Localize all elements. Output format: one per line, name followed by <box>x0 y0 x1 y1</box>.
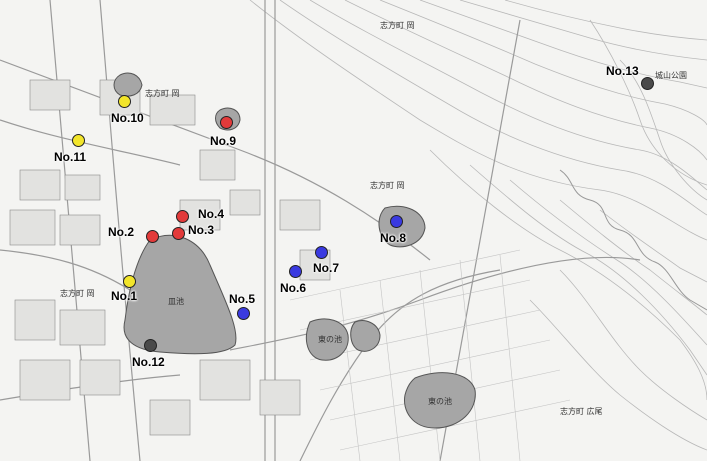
marker-label-no5: No.5 <box>229 292 256 306</box>
map-label-shikata-oka: 志方町 岡 <box>380 21 415 30</box>
marker-no10[interactable] <box>118 95 131 108</box>
marker-label-no12: No.12 <box>132 355 165 369</box>
topographic-map: 志方町 岡 志方町 岡 志方町 岡 志方町 岡 志方町 広尾 皿池 東の池 東の… <box>0 0 707 461</box>
pond-northwest <box>113 72 143 97</box>
map-label-shikata-hiroo: 志方町 広尾 <box>560 407 603 416</box>
marker-no5[interactable] <box>237 307 250 320</box>
pond-center <box>123 234 237 355</box>
marker-label-no11: No.11 <box>54 150 87 164</box>
pond-east-2 <box>350 320 381 352</box>
map-label-pond-east: 東の池 <box>318 335 342 344</box>
marker-no7[interactable] <box>315 246 328 259</box>
marker-label-no1: No.1 <box>111 289 138 303</box>
marker-label-no4: No.4 <box>198 207 225 221</box>
map-label-pond-southeast: 東の池 <box>428 397 452 406</box>
marker-label-no3: No.3 <box>188 223 215 237</box>
marker-no3[interactable] <box>172 227 185 240</box>
marker-label-no8: No.8 <box>380 231 407 245</box>
marker-label-no6: No.6 <box>280 281 307 295</box>
map-label-pond-center: 皿池 <box>168 297 184 306</box>
marker-no13[interactable] <box>641 77 654 90</box>
marker-no2[interactable] <box>146 230 159 243</box>
marker-no9[interactable] <box>220 116 233 129</box>
trail-line <box>559 169 707 311</box>
marker-no1[interactable] <box>123 275 136 288</box>
ponds <box>113 72 476 429</box>
marker-no8[interactable] <box>390 215 403 228</box>
map-label-shikata-oka: 志方町 岡 <box>370 181 405 190</box>
marker-label-no2: No.2 <box>108 225 135 239</box>
marker-label-no9: No.9 <box>210 134 237 148</box>
marker-label-no10: No.10 <box>111 111 144 125</box>
map-base <box>0 0 707 461</box>
marker-label-no7: No.7 <box>313 261 340 275</box>
marker-no12[interactable] <box>144 339 157 352</box>
marker-no4[interactable] <box>176 210 189 223</box>
marker-no6[interactable] <box>289 265 302 278</box>
marker-no11[interactable] <box>72 134 85 147</box>
map-label-shikata-oka: 志方町 岡 <box>60 289 95 298</box>
map-label-castle-park: 城山公園 <box>655 71 687 80</box>
marker-label-no13: No.13 <box>606 64 639 78</box>
map-label-shikata-oka: 志方町 岡 <box>145 89 180 98</box>
